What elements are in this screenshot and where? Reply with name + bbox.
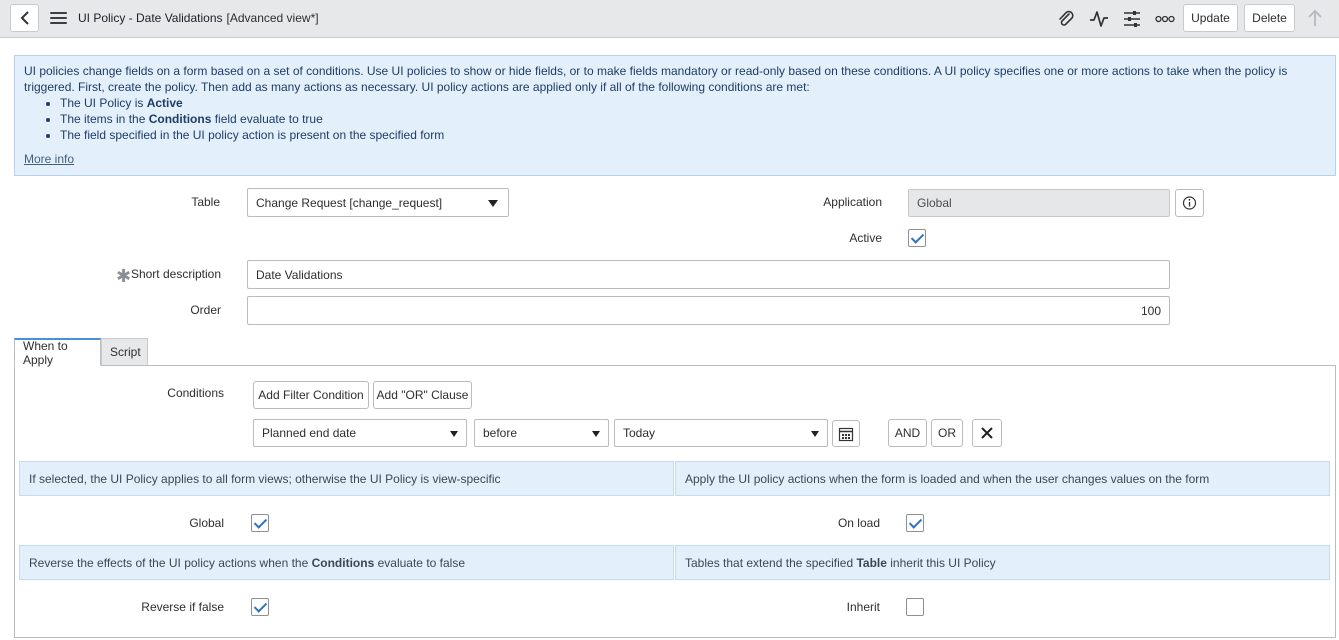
info-list: The UI Policy is Active The items in the… [24,95,1326,143]
global-hint-text: If selected, the UI Policy applies to al… [29,471,501,486]
table-select-value: Change Request [change_request] [256,195,443,210]
info-text: UI policies change fields on a form base… [24,64,1288,94]
application-field: Global [908,189,1170,217]
condition-value-select[interactable]: Today [614,419,828,447]
active-label: Active [849,231,882,245]
condition-value-text: Today [623,426,656,440]
short-description-input[interactable]: Date Validations [247,260,1170,289]
reverse-hint-post: evaluate to false [377,555,466,570]
activity-icon[interactable] [1089,9,1109,29]
list-item: The items in the Conditions field evalua… [60,111,1326,127]
bullet-2-bold: Conditions [148,112,212,126]
inherit-hint-post: inherit this UI Policy [890,555,996,570]
and-button[interactable]: AND [888,419,927,447]
bullet-1-text: The UI Policy is [60,96,147,110]
table-select[interactable]: Change Request [change_request] [247,188,509,217]
view-name: [Advanced view*] [226,11,319,25]
reverse-hint: Reverse the effects of the UI policy act… [19,545,674,580]
onload-hint: Apply the UI policy actions when the for… [675,461,1330,496]
add-filter-condition-button[interactable]: Add Filter Condition [253,381,369,409]
global-hint: If selected, the UI Policy applies to al… [19,461,674,496]
tab-panel [14,365,1336,638]
bullet-2-post: field evaluate to true [211,112,323,126]
bullet-2-pre: The items in the [60,112,149,126]
settings-sliders-icon[interactable] [1122,9,1142,29]
caret-down-icon [450,431,458,437]
caret-down-icon [811,431,819,437]
more-info-link[interactable]: More info [24,151,74,167]
table-label: Table [191,195,220,209]
active-checkbox[interactable] [908,229,926,247]
global-label: Global [189,516,224,530]
inherit-hint-bold: Table [856,555,887,570]
order-label: Order [190,303,221,317]
tab-label: When to Apply [23,338,68,367]
inherit-label: Inherit [846,600,880,614]
paperclip-icon[interactable] [1056,9,1076,29]
application-label: Application [823,195,882,209]
info-message: UI policies change fields on a form base… [14,55,1336,176]
bullet-1-bold: Active [146,96,183,110]
inherit-hint: Tables that extend the specified Table i… [675,545,1330,580]
inherit-hint-pre: Tables that extend the specified [685,555,854,570]
update-button[interactable]: Update [1183,4,1238,32]
tab-script[interactable]: Script [101,338,148,366]
short-description-label: Short description [130,267,221,281]
reverse-if-false-label: Reverse if false [141,600,224,614]
add-or-clause-button[interactable]: Add "OR" Clause [373,381,472,409]
short-description-value: Date Validations [256,267,343,282]
chevron-left-icon [20,11,29,25]
tab-label: Script [110,345,141,359]
bullet-3-text: The field specified in the UI policy act… [60,128,445,142]
onload-hint-text: Apply the UI policy actions when the for… [685,471,1210,486]
calendar-icon [838,427,854,441]
close-icon [981,427,993,439]
inherit-checkbox[interactable] [906,598,924,616]
delete-condition-button[interactable] [972,419,1002,447]
list-item: The field specified in the UI policy act… [60,127,1326,143]
condition-field-value: Planned end date [262,426,357,440]
calendar-button[interactable] [832,420,860,447]
arrow-up-icon[interactable] [1305,8,1325,28]
info-button[interactable] [1175,189,1204,217]
onload-label: On load [837,516,880,530]
list-item: The UI Policy is Active [60,95,1326,111]
delete-button[interactable]: Delete [1244,4,1295,32]
caret-down-icon [592,431,600,437]
or-button[interactable]: OR [931,419,963,447]
global-checkbox[interactable] [251,514,269,532]
form-title-text: UI Policy - Date Validations [78,11,223,25]
form-header: UI Policy - Date Validations [Advanced vi… [0,0,1339,38]
condition-field-select[interactable]: Planned end date [253,419,467,447]
conditions-label: Conditions [167,386,224,400]
tab-when-to-apply[interactable]: When to Apply [14,338,101,367]
page-title: UI Policy - Date Validations [Advanced vi… [78,11,319,25]
order-value: 100 [1140,303,1161,318]
back-button[interactable] [10,4,39,32]
more-options-icon[interactable] [1155,9,1175,29]
reverse-hint-bold: Conditions [311,555,375,570]
condition-operator-value: before [483,426,518,440]
caret-down-icon [488,200,498,207]
order-input[interactable]: 100 [247,296,1170,325]
reverse-hint-pre: Reverse the effects of the UI policy act… [29,555,309,570]
info-icon [1182,196,1197,210]
condition-operator-select[interactable]: before [474,419,609,447]
application-value: Global [917,196,952,210]
menu-icon[interactable] [50,12,67,25]
onload-checkbox[interactable] [906,514,924,532]
reverse-if-false-checkbox[interactable] [251,598,269,616]
